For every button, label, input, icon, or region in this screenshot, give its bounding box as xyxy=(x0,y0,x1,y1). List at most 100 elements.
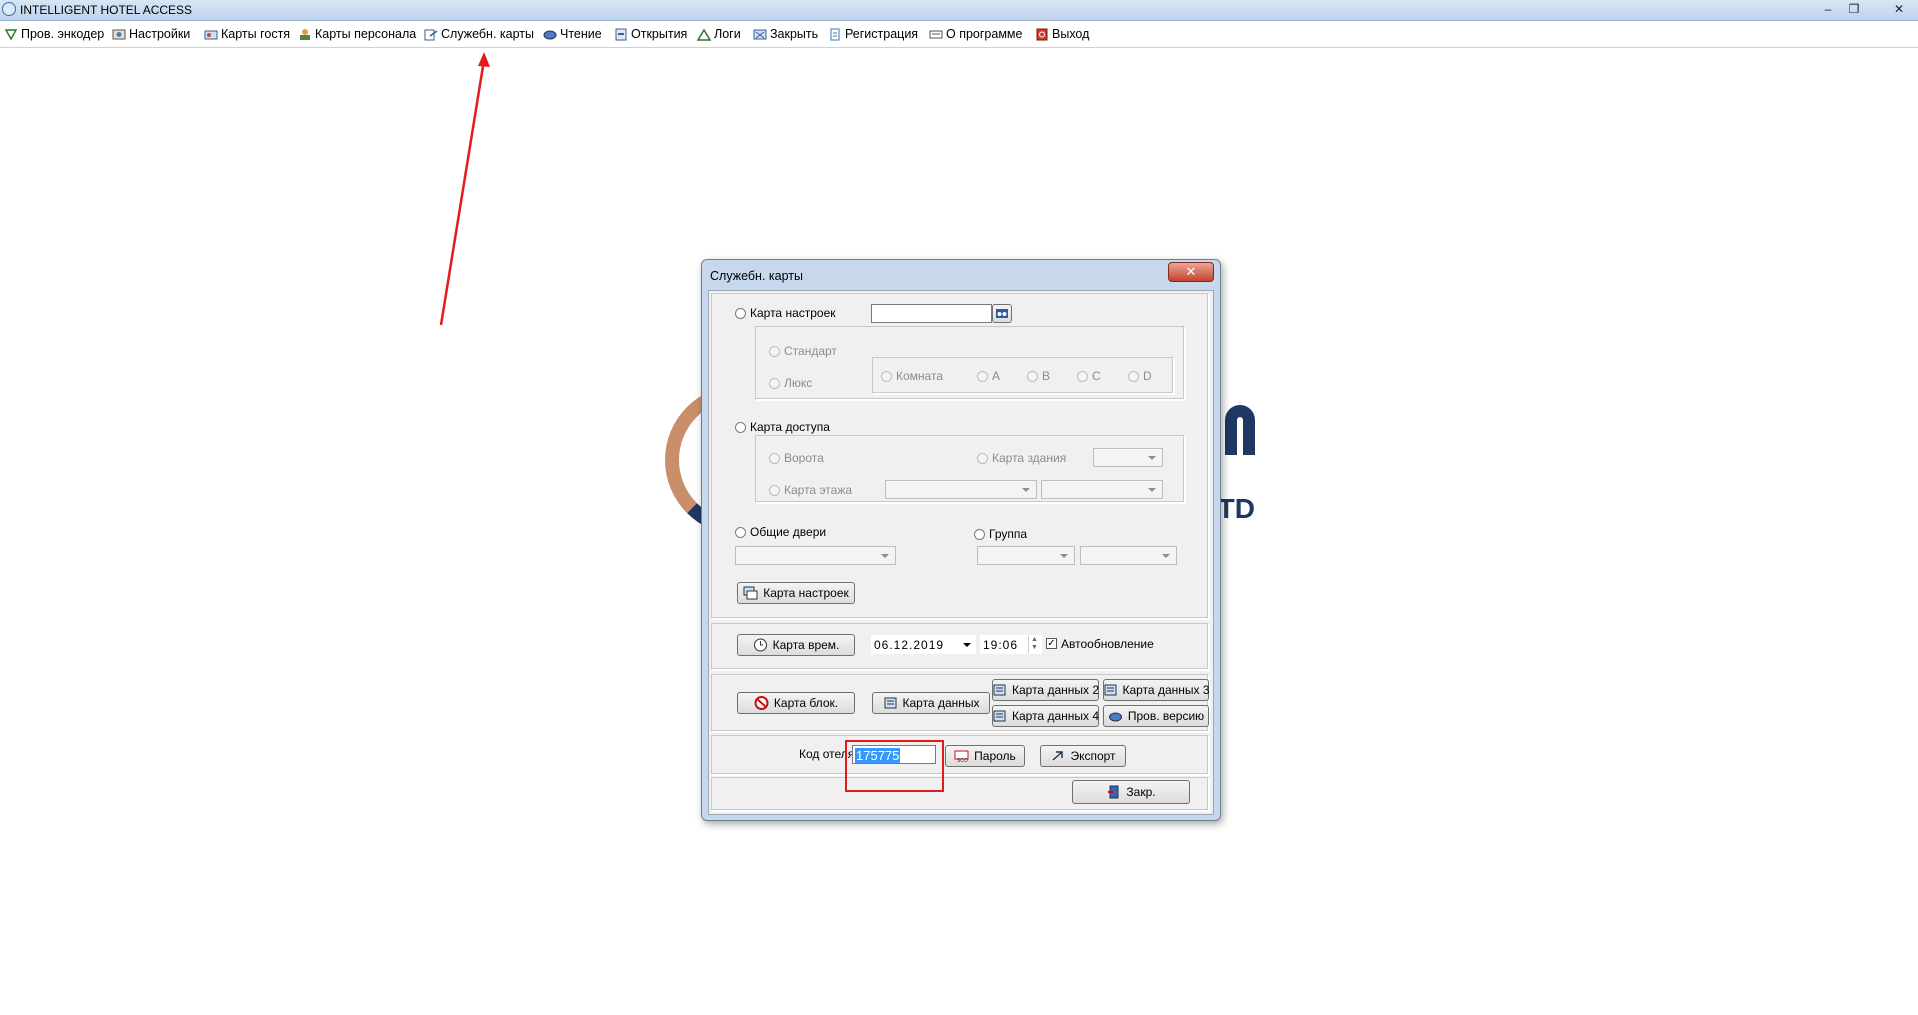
spinner-arrows-icon[interactable]: ▲ ▼ xyxy=(1028,636,1041,653)
radio-access-card[interactable]: Карта доступа xyxy=(735,420,830,434)
settings-card-browse-button[interactable] xyxy=(992,304,1012,323)
password-icon: SCO xyxy=(954,749,969,764)
menu-label: Закрыть xyxy=(770,27,819,41)
radio-building-card[interactable]: Карта здания xyxy=(977,451,1066,465)
building-select[interactable] xyxy=(1093,448,1163,467)
menu-label: Служебн. карты xyxy=(441,27,534,41)
group-select[interactable] xyxy=(977,546,1075,565)
data-card-3-button[interactable]: Карта данных 3 xyxy=(1103,679,1210,701)
menu-encoder-check[interactable]: Пров. энкодер xyxy=(4,25,104,43)
dialog-close-button[interactable]: ✕ xyxy=(1168,262,1214,282)
date-value: 06.12.2019 xyxy=(874,638,945,652)
data-card-button[interactable]: Карта данных xyxy=(872,692,990,714)
menu-logs[interactable]: Логи xyxy=(696,25,741,43)
menu-label: Карты гостя xyxy=(221,27,291,41)
data-card-4-button[interactable]: Карта данных 4 xyxy=(992,705,1099,727)
menu-label: Открытия xyxy=(631,27,688,41)
auto-update-checkbox[interactable]: ✓ xyxy=(1046,638,1057,649)
dialog-body: Карта настроек Стандарт Люкс Комната A B… xyxy=(708,290,1214,815)
radio-standard[interactable]: Стандарт xyxy=(769,344,837,358)
close-card-icon xyxy=(753,28,767,41)
button-label: Карта врем. xyxy=(772,638,840,652)
menu-label: Чтение xyxy=(560,27,602,41)
restore-button[interactable]: ❐ xyxy=(1843,1,1865,17)
card-stack-icon xyxy=(743,586,758,600)
settings-card-input[interactable] xyxy=(871,304,992,323)
button-label: Карта данных 3 xyxy=(1122,683,1210,697)
annotation-highlight-box xyxy=(845,740,944,792)
common-doors-select[interactable] xyxy=(735,546,896,565)
radio-dot xyxy=(769,345,780,357)
radio-room[interactable]: Комната xyxy=(881,369,943,383)
menu-read[interactable]: Чтение xyxy=(543,25,602,43)
button-label: Карта данных 4 xyxy=(1012,709,1100,723)
menu-service-cards[interactable]: Служебн. карты xyxy=(424,25,534,43)
button-label: Пароль xyxy=(974,749,1016,763)
date-picker[interactable]: 06.12.2019 xyxy=(871,635,976,654)
data-card-icon xyxy=(883,696,898,710)
floor-select[interactable] xyxy=(885,480,1037,499)
radio-group[interactable]: Группа xyxy=(974,527,1027,541)
radio-common-doors[interactable]: Общие двери xyxy=(735,525,826,539)
clock-icon xyxy=(753,638,768,652)
radio-settings-card[interactable]: Карта настроек xyxy=(735,306,836,320)
close-window-button[interactable]: ✕ xyxy=(1888,1,1910,17)
radio-label: A xyxy=(992,369,1001,383)
radio-gate[interactable]: Ворота xyxy=(769,451,824,465)
password-button[interactable]: SCO Пароль xyxy=(945,745,1025,767)
radio-dot xyxy=(769,377,780,389)
menu-label: Настройки xyxy=(129,27,191,41)
floor-select-2[interactable] xyxy=(1041,480,1163,499)
radio-a[interactable]: A xyxy=(977,369,1000,383)
menu-settings[interactable]: Настройки xyxy=(112,25,190,43)
menu-label: О программе xyxy=(946,27,1023,41)
button-label: Закр. xyxy=(1126,785,1156,799)
auto-update-label: Автообновление xyxy=(1061,637,1154,651)
radio-dot xyxy=(735,307,746,319)
button-label: Карта блок. xyxy=(773,696,839,710)
time-spinner[interactable]: 19:06 ▲ ▼ xyxy=(980,635,1042,654)
data-card-icon xyxy=(1103,683,1118,697)
radio-label: Карта настроек xyxy=(750,306,836,320)
dialog-title: Служебн. карты xyxy=(710,269,803,283)
menu-about[interactable]: О программе xyxy=(929,25,1022,43)
block-card-button[interactable]: Карта блок. xyxy=(737,692,855,714)
radio-d[interactable]: D xyxy=(1128,369,1152,383)
read-icon xyxy=(543,28,557,41)
time-card-button[interactable]: Карта врем. xyxy=(737,634,855,656)
radio-c[interactable]: C xyxy=(1077,369,1101,383)
radio-floor-card[interactable]: Карта этажа xyxy=(769,483,852,497)
menu-guest-cards[interactable]: Карты гостя xyxy=(204,25,290,43)
radio-dot xyxy=(1128,370,1139,382)
export-button[interactable]: Экспорт xyxy=(1040,745,1126,767)
data-card-2-button[interactable]: Карта данных 2 xyxy=(992,679,1099,701)
check-version-button[interactable]: Пров. версию xyxy=(1103,705,1209,727)
radio-dot xyxy=(735,421,746,433)
staff-card-icon xyxy=(298,28,312,41)
group-select-2[interactable] xyxy=(1080,546,1177,565)
menu-label: Логи xyxy=(714,27,741,41)
radio-dot xyxy=(735,526,746,538)
button-label: Карта данных 2 xyxy=(1012,683,1100,697)
window-title: INTELLIGENT HOTEL ACCESS xyxy=(20,3,193,17)
registration-icon xyxy=(828,28,842,41)
minimize-button[interactable]: – xyxy=(1817,1,1839,17)
app-icon xyxy=(2,2,16,16)
time-value: 19:06 xyxy=(983,638,1019,652)
radio-lux[interactable]: Люкс xyxy=(769,376,812,390)
logs-icon xyxy=(696,28,712,41)
version-icon xyxy=(1108,709,1123,723)
menu-exit[interactable]: Выход xyxy=(1035,25,1089,43)
radio-label: Группа xyxy=(989,527,1028,541)
guest-card-icon xyxy=(204,28,218,41)
menu-close-card[interactable]: Закрыть xyxy=(753,25,818,43)
radio-b[interactable]: B xyxy=(1027,369,1050,383)
close-dialog-button[interactable]: Закр. xyxy=(1072,780,1190,804)
settings-card-button[interactable]: Карта настроек xyxy=(737,582,855,604)
radio-label: D xyxy=(1143,369,1152,383)
logo-text: TD xyxy=(1217,493,1255,524)
radio-dot xyxy=(881,370,892,382)
menu-openings[interactable]: Открытия xyxy=(614,25,687,43)
menu-registration[interactable]: Регистрация xyxy=(828,25,918,43)
menu-staff-cards[interactable]: Карты персонала xyxy=(298,25,416,43)
